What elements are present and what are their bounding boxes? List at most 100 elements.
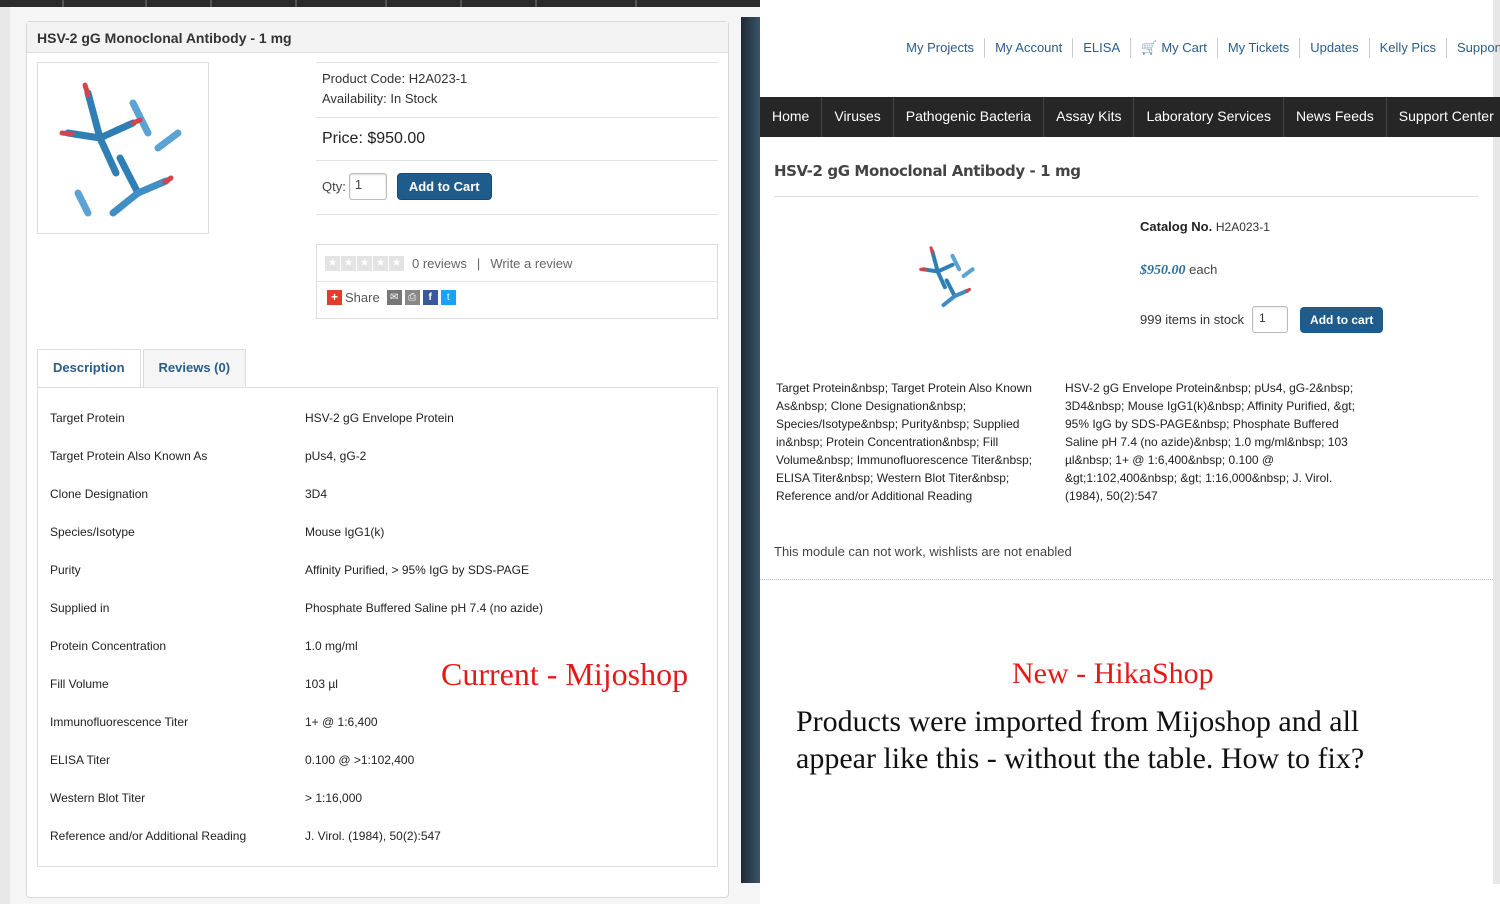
dark-sidebar — [741, 17, 760, 883]
stock-text: 999 items in stock — [1140, 312, 1245, 327]
mijoshop-screenshot: HSV-2 gG Monoclonal Antibody - 1 mg Prod… — [0, 0, 760, 904]
add-to-cart-button[interactable]: Add to Cart — [396, 173, 492, 200]
spec-value: Phosphate Buffered Saline pH 7.4 (no azi… — [305, 601, 543, 615]
table-row: Immunofluorescence Titer 1+ @ 1:6,400 — [38, 703, 717, 741]
spec-value: Mouse IgG1(k) — [305, 525, 385, 539]
catalog-number: Catalog No. H2A023-1 — [1140, 219, 1270, 234]
spec-value: J. Virol. (1984), 50(2):547 — [305, 829, 441, 843]
spec-key: Supplied in — [50, 601, 110, 615]
product-image[interactable] — [910, 236, 986, 316]
availability: Availability: In Stock — [322, 91, 438, 106]
table-row: Clone Designation 3D4 — [38, 475, 717, 513]
spec-value: > 1:16,000 — [305, 791, 363, 805]
table-row: Supplied in Phosphate Buffered Saline pH … — [38, 589, 717, 627]
hikashop-screenshot: My Projects My Account ELISA 🛒 My Cart My… — [760, 0, 1500, 904]
separator: | — [476, 255, 481, 271]
write-review-link[interactable]: Write a review — [490, 256, 572, 271]
twitter-icon[interactable]: t — [440, 290, 456, 305]
dotted-divider — [760, 579, 1493, 580]
tab-reviews[interactable]: Reviews (0) — [142, 349, 247, 387]
spec-value: 1+ @ 1:6,400 — [305, 715, 378, 729]
nav-home[interactable]: Home — [760, 97, 823, 137]
email-icon[interactable]: ✉ — [386, 290, 402, 305]
product-panel: HSV-2 gG Monoclonal Antibody - 1 mg Prod… — [26, 21, 729, 898]
add-to-cart-button[interactable]: Add to cart — [1300, 306, 1384, 333]
link-updates[interactable]: Updates — [1299, 38, 1368, 58]
review-box: ★ ★ ★ ★ ★ 0 reviews | Write a review + Share… — [316, 244, 718, 319]
table-row: Target Protein HSV-2 gG Envelope Protein — [38, 399, 717, 437]
nav-support-center[interactable]: Support Center — [1387, 97, 1500, 137]
share-plus-icon[interactable]: + — [327, 290, 342, 305]
nav-laboratory-services[interactable]: Laboratory Services — [1134, 97, 1284, 137]
left-edge — [0, 7, 10, 904]
qty-input[interactable]: 1 — [1252, 306, 1289, 333]
tab-bar: Description Reviews (0) — [37, 349, 248, 387]
my-cart-label: My Cart — [1161, 40, 1207, 55]
link-elisa[interactable]: ELISA — [1072, 38, 1130, 58]
tab-description[interactable]: Description — [37, 349, 141, 387]
annotation-current: Current - Mijoshop — [441, 656, 689, 692]
spec-key: Protein Concentration — [50, 639, 167, 653]
spec-key: Immunofluorescence Titer — [50, 715, 189, 729]
annotation-new: New - HikaShop — [1012, 657, 1214, 690]
product-title: HSV-2 gG Monoclonal Antibody - 1 mg — [27, 22, 728, 53]
antibody-image — [919, 246, 975, 308]
price: $950.00 — [1140, 263, 1186, 278]
link-my-projects[interactable]: My Projects — [896, 38, 984, 58]
spec-key: Western Blot Titer — [50, 791, 146, 805]
cart-icon: 🛒 — [1141, 40, 1158, 55]
nav-pathogenic-bacteria[interactable]: Pathogenic Bacteria — [894, 97, 1045, 137]
stock-row: 999 items in stock 1 Add to cart — [1140, 306, 1384, 333]
table-row: Purity Affinity Purified, > 95% IgG by SD… — [38, 551, 717, 589]
print-icon[interactable]: ⎙ — [404, 290, 420, 305]
description-keys: Target Protein&nbsp; Target Protein Also… — [776, 381, 1033, 503]
rating-stars: ★ ★ ★ ★ ★ — [325, 255, 404, 271]
product-info: Product Code: H2A023-1 Availability: In … — [316, 62, 718, 215]
spec-key: Clone Designation — [50, 487, 149, 501]
share-label[interactable]: Share — [345, 290, 380, 305]
main-nav: Home Viruses Pathogenic Bacteria Assay K… — [760, 97, 1500, 137]
product-image[interactable] — [37, 62, 209, 234]
facebook-icon[interactable]: f — [422, 290, 438, 305]
top-strip — [0, 0, 760, 7]
spec-value: Affinity Purified, > 95% IgG by SDS-PAGE — [305, 563, 529, 577]
spec-value: pUs4, gG-2 — [305, 449, 367, 463]
table-row: Reference and/or Additional Reading J. Vi… — [38, 817, 717, 855]
spec-key: Purity — [50, 563, 81, 577]
spec-table: Target Protein HSV-2 gG Envelope Protein … — [37, 387, 718, 867]
nav-assay-kits[interactable]: Assay Kits — [1044, 97, 1135, 137]
qty-label: Qty: — [322, 179, 346, 194]
spec-key: ELISA Titer — [50, 753, 111, 767]
nav-news-feeds[interactable]: News Feeds — [1284, 97, 1387, 137]
price: Price: $950.00 — [322, 130, 426, 147]
spec-key: Fill Volume — [50, 677, 109, 691]
link-kelly-pics[interactable]: Kelly Pics — [1368, 38, 1446, 58]
table-row: Species/Isotype Mouse IgG1(k) — [38, 513, 717, 551]
table-row: Western Blot Titer > 1:16,000 — [38, 779, 717, 817]
catalog-value: H2A023-1 — [1215, 220, 1270, 234]
product-code: Product Code: H2A023-1 — [322, 71, 468, 86]
link-my-cart[interactable]: 🛒 My Cart — [1130, 38, 1217, 58]
price-unit: each — [1189, 262, 1218, 277]
spec-value: HSV-2 gG Envelope Protein — [305, 411, 454, 425]
reviews-link[interactable]: 0 reviews — [412, 256, 467, 271]
antibody-image — [59, 82, 182, 217]
nav-viruses[interactable]: Viruses — [822, 97, 894, 137]
link-my-tickets[interactable]: My Tickets — [1216, 38, 1299, 58]
qty-input[interactable]: 1 — [348, 173, 387, 200]
price-line: $950.00 each — [1140, 262, 1217, 279]
table-row: Target Protein Also Known As pUs4, gG-2 — [38, 437, 717, 475]
spec-key: Target Protein Also Known As — [50, 449, 208, 463]
link-support[interactable]: Support — [1446, 38, 1500, 58]
description-values: HSV-2 gG Envelope Protein&nbsp; pUs4, gG… — [1065, 381, 1355, 503]
page-title: HSV-2 gG Monoclonal Antibody - 1 mg — [774, 162, 1081, 180]
top-links: My Projects My Account ELISA 🛒 My Cart My… — [896, 38, 1500, 58]
link-my-account[interactable]: My Account — [984, 38, 1072, 58]
spec-value: 0.100 @ >1:102,400 — [305, 753, 415, 767]
spec-value: 3D4 — [305, 487, 328, 501]
annotation-question: Products were imported from Mijoshop and… — [796, 705, 1365, 775]
wishlist-message: This module can not work, wishlists are … — [774, 544, 1072, 559]
spec-key: Species/Isotype — [50, 525, 135, 539]
spec-key: Target Protein — [50, 411, 125, 425]
divider — [774, 196, 1478, 197]
